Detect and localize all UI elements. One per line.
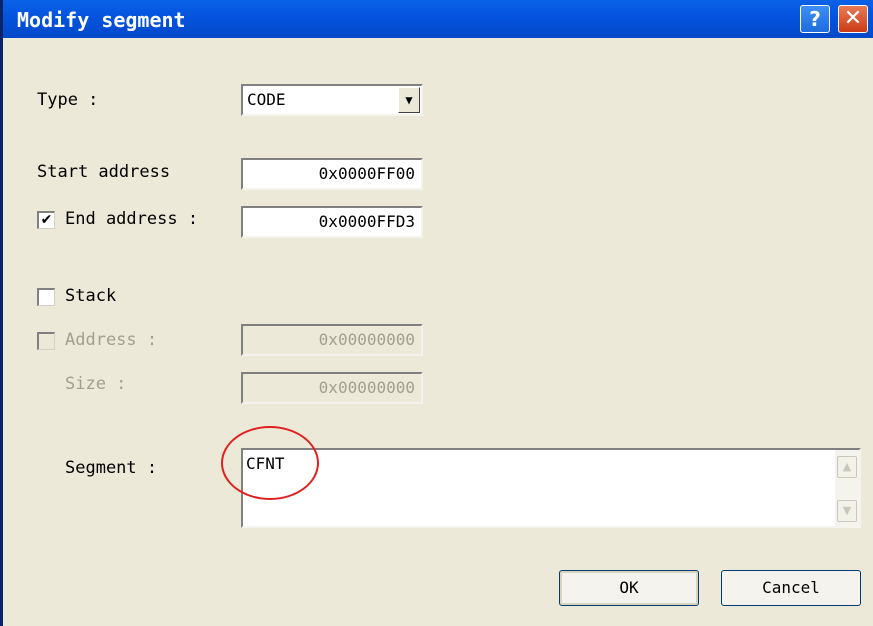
- stack-address-label: Address :: [65, 330, 158, 350]
- stack-size-input[interactable]: 0x00000000: [241, 372, 423, 404]
- chevron-down-icon: ▼: [405, 93, 413, 107]
- ok-button[interactable]: OK: [559, 570, 699, 606]
- segment-label: Segment :: [65, 458, 158, 478]
- dialog-title: Modify segment: [17, 8, 186, 32]
- stack-address-checkbox[interactable]: [37, 332, 55, 350]
- stack-size-label: Size :: [65, 374, 127, 394]
- type-label: Type :: [37, 90, 99, 110]
- chevron-up-icon: ▲: [842, 460, 852, 473]
- segment-textarea[interactable]: CFNT ▲ ▼: [241, 448, 861, 528]
- stack-checkbox[interactable]: [37, 288, 55, 306]
- modify-segment-dialog: Modify segment ? ✕ Type : CODE ▼ Start a…: [0, 0, 873, 626]
- dropdown-arrow-icon[interactable]: ▼: [398, 87, 420, 113]
- help-button[interactable]: ?: [800, 5, 830, 33]
- stack-address-input[interactable]: 0x00000000: [241, 324, 423, 356]
- chevron-down-icon: ▼: [842, 504, 852, 517]
- close-icon: ✕: [843, 6, 863, 31]
- end-address-checkbox[interactable]: ✔: [37, 211, 55, 229]
- help-icon: ?: [809, 7, 821, 31]
- check-icon: ✔: [40, 212, 53, 228]
- cancel-button[interactable]: Cancel: [721, 570, 861, 606]
- type-select[interactable]: CODE ▼: [241, 84, 423, 116]
- end-address-label: End address :: [65, 209, 199, 229]
- scroll-down-button[interactable]: ▼: [837, 500, 857, 522]
- stack-label: Stack: [65, 286, 117, 306]
- segment-scrollbar[interactable]: ▲ ▼: [835, 450, 859, 526]
- start-address-input[interactable]: 0x0000FF00: [241, 158, 423, 190]
- close-button[interactable]: ✕: [838, 5, 868, 33]
- end-address-input[interactable]: 0x0000FFD3: [241, 206, 423, 238]
- segment-value: CFNT: [246, 454, 285, 473]
- type-select-value: CODE: [247, 90, 286, 109]
- start-address-label: Start address: [37, 162, 171, 182]
- title-bar[interactable]: Modify segment ? ✕: [3, 0, 873, 38]
- scroll-up-button[interactable]: ▲: [837, 456, 857, 478]
